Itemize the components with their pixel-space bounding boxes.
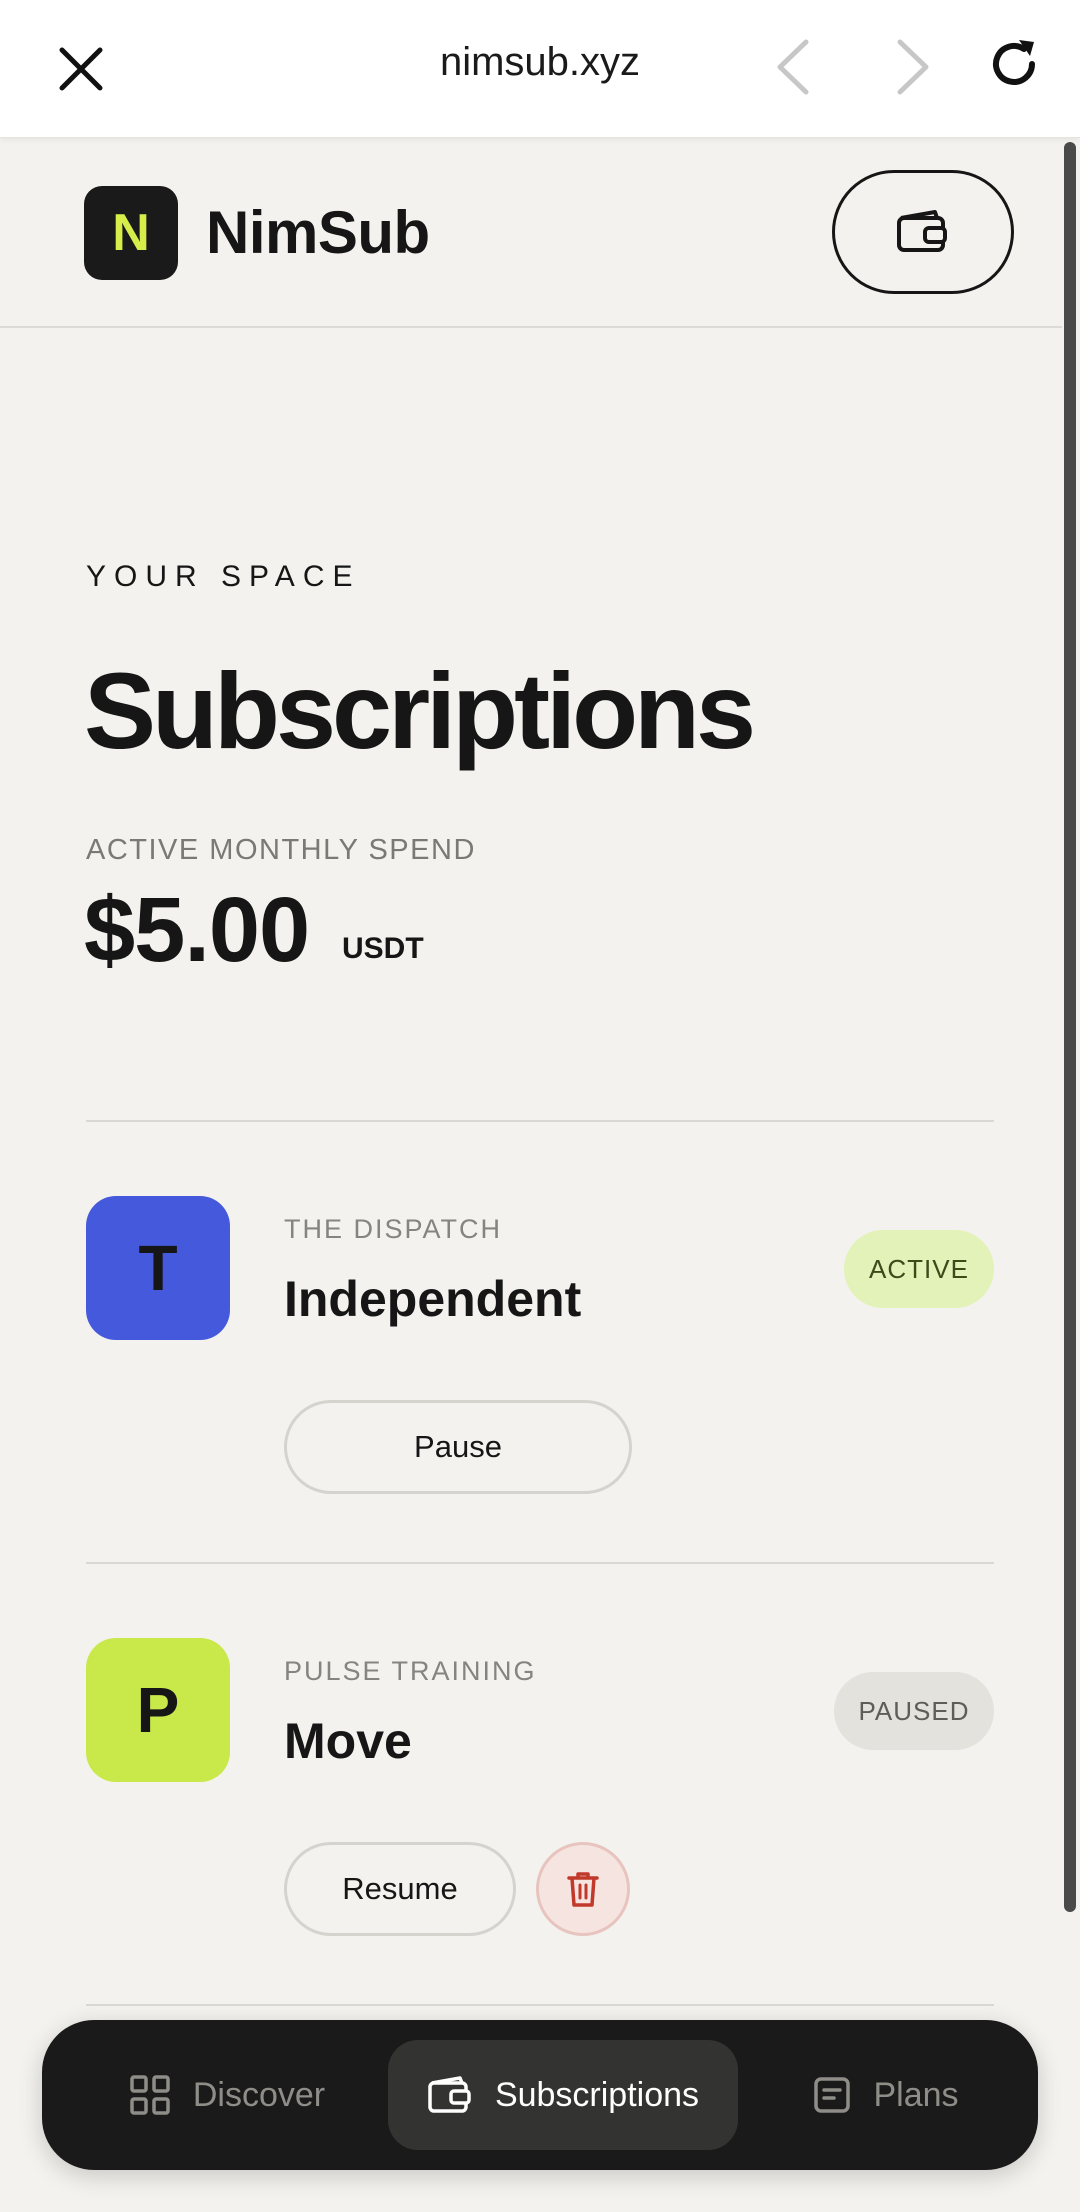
app-header: N NimSub xyxy=(0,138,1062,328)
brand-name: NimSub xyxy=(206,199,430,266)
delete-button[interactable] xyxy=(536,1842,630,1936)
nav-item-plans[interactable]: Plans xyxy=(766,2040,1006,2150)
wallet-icon xyxy=(428,2076,471,2113)
resume-button[interactable]: Resume xyxy=(284,1842,516,1936)
nav-item-subscriptions[interactable]: Subscriptions xyxy=(388,2040,738,2150)
nav-label: Discover xyxy=(192,2075,326,2114)
document-icon xyxy=(814,2077,851,2113)
wallet-icon xyxy=(897,210,947,252)
trash-icon xyxy=(567,1872,599,1907)
grid-icon xyxy=(130,2075,170,2115)
divider xyxy=(86,2004,994,2006)
subscription-name: Move xyxy=(284,1713,412,1769)
avatar: T xyxy=(86,1196,230,1340)
spend-label: ACTIVE MONTHLY SPEND xyxy=(86,834,476,866)
page-title: Subscriptions xyxy=(84,650,756,771)
chevron-left-icon[interactable] xyxy=(768,36,820,98)
logo: N xyxy=(84,186,178,280)
chevron-right-icon[interactable] xyxy=(886,36,938,98)
reload-icon[interactable] xyxy=(986,36,1042,92)
subscription-publisher: PULSE TRAINING xyxy=(284,1656,537,1686)
browser-toolbar: nimsub.xyz xyxy=(0,0,1080,138)
bottom-nav: Discover Subscriptions Plans xyxy=(42,2020,1038,2170)
scrollbar[interactable] xyxy=(1064,142,1076,1912)
section-eyebrow: YOUR SPACE xyxy=(86,560,361,593)
subscription-publisher: THE DISPATCH xyxy=(284,1214,503,1244)
nav-label: Subscriptions xyxy=(494,2075,700,2114)
divider xyxy=(86,1120,994,1122)
nav-label: Plans xyxy=(873,2075,959,2114)
divider xyxy=(86,1562,994,1564)
avatar: P xyxy=(86,1638,230,1782)
spend-unit: USDT xyxy=(342,932,424,965)
wallet-button[interactable] xyxy=(832,170,1014,294)
subscription-name: Independent xyxy=(284,1271,582,1327)
status-badge: ACTIVE xyxy=(844,1230,994,1308)
status-badge: PAUSED xyxy=(834,1672,994,1750)
nav-item-discover[interactable]: Discover xyxy=(82,2040,372,2150)
pause-button[interactable]: Pause xyxy=(284,1400,632,1494)
spend-amount: $5.00 xyxy=(84,879,310,981)
